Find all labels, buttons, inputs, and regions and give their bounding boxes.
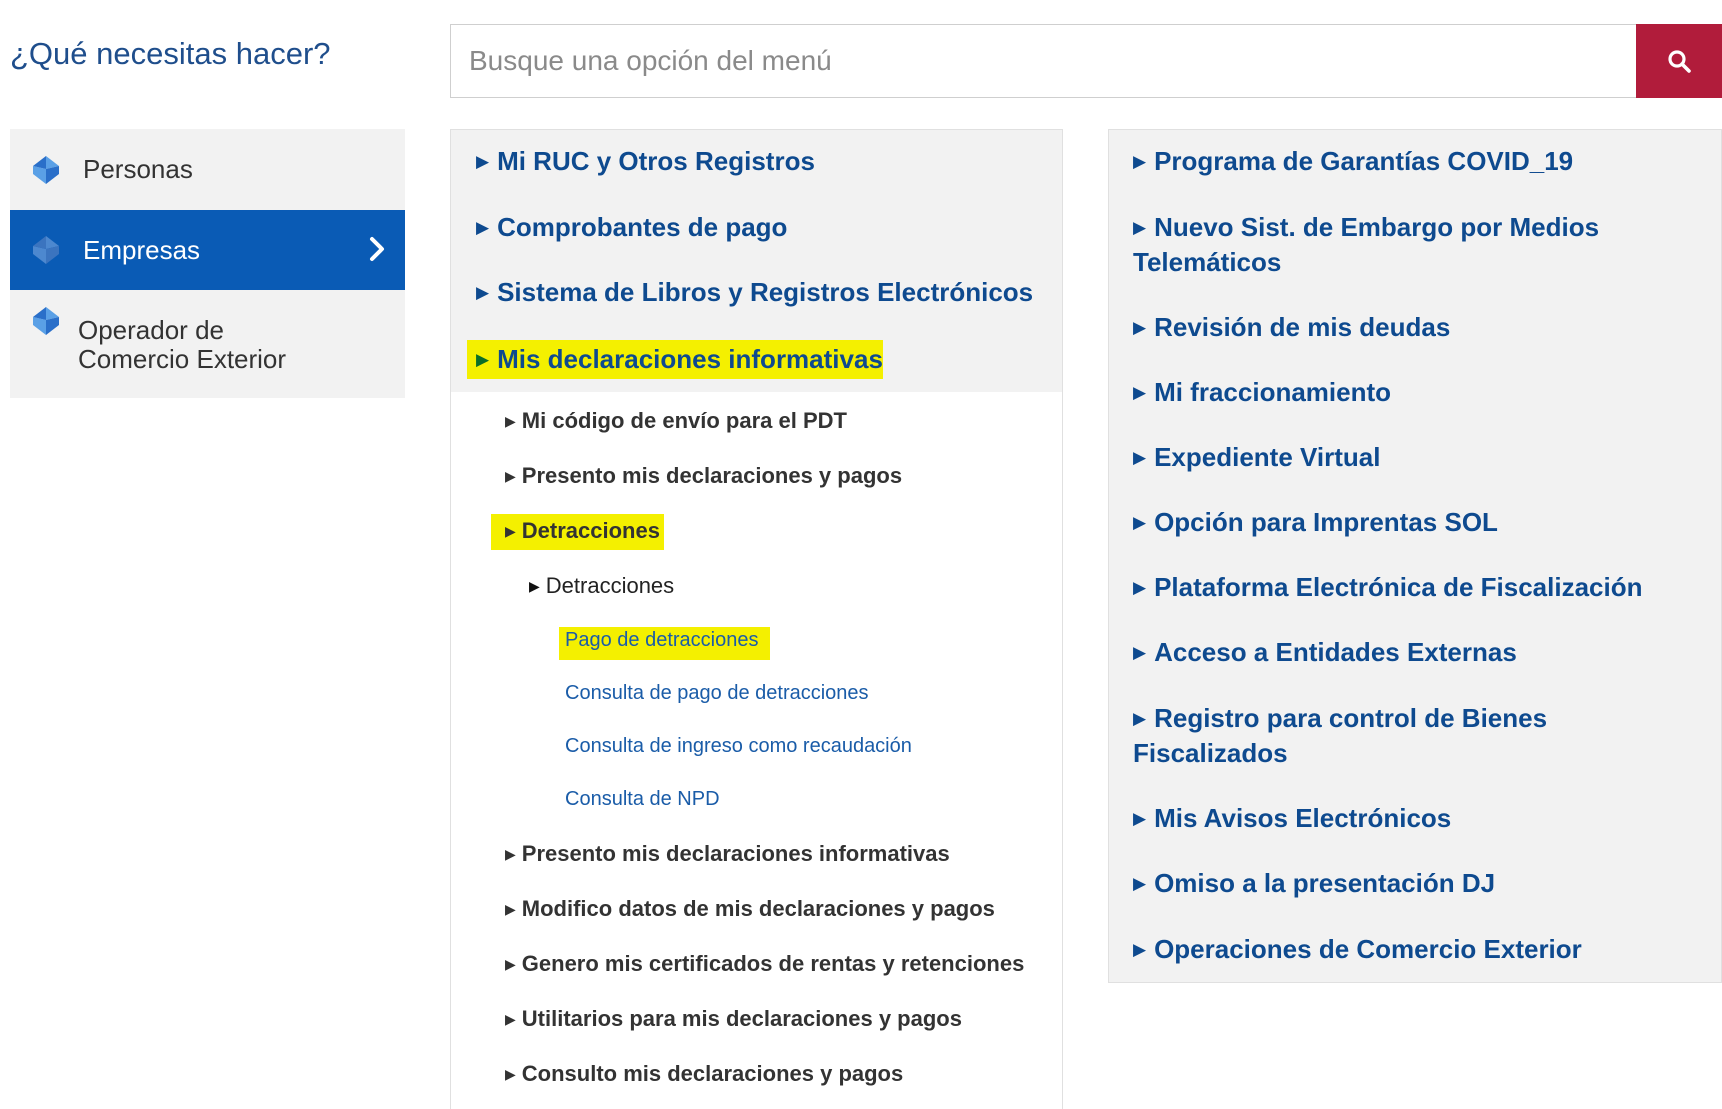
sunat-logo-icon bbox=[33, 236, 59, 264]
triangle-right-icon: ▶ bbox=[505, 413, 516, 429]
search-bar bbox=[450, 24, 1722, 98]
menu-category[interactable]: ▶ Nuevo Sist. de Embargo por Medios Telem… bbox=[1133, 210, 1693, 280]
sunat-logo-icon bbox=[33, 155, 59, 184]
menu-category[interactable]: ▶ Plataforma Electrónica de Fiscalización bbox=[1133, 570, 1693, 605]
link-pago-detracciones[interactable]: Pago de detracciones bbox=[559, 627, 771, 660]
menu-panel-middle: ▶ Mi RUC y Otros Registros ▶ Comprobantes … bbox=[450, 129, 1063, 1109]
triangle-right-icon: ▶ bbox=[505, 901, 516, 917]
triangle-right-icon: ▶ bbox=[1133, 940, 1147, 959]
triangle-right-icon: ▶ bbox=[505, 1011, 516, 1027]
submenu-item[interactable]: ▶ Genero mis certificados de rentas y ret… bbox=[505, 951, 1024, 977]
triangle-right-icon: ▶ bbox=[1133, 513, 1147, 532]
link-consulta-npd[interactable]: Consulta de NPD bbox=[565, 788, 720, 811]
submenu-item[interactable]: ▶ Utilitarios para mis declaraciones y pa… bbox=[505, 1006, 962, 1032]
triangle-right-icon: ▶ bbox=[476, 152, 490, 171]
search-input[interactable] bbox=[450, 24, 1636, 98]
submenu-item[interactable]: ▶ Mi código de envío para el PDT bbox=[505, 408, 847, 434]
menu-category[interactable]: ▶ Comprobantes de pago bbox=[476, 212, 787, 243]
menu-category[interactable]: ▶ Revisión de mis deudas bbox=[1133, 310, 1693, 345]
triangle-right-icon: ▶ bbox=[505, 523, 516, 539]
triangle-right-icon: ▶ bbox=[1133, 218, 1147, 237]
submenu-item-selected[interactable]: ▶ Detracciones bbox=[491, 514, 664, 550]
triangle-right-icon: ▶ bbox=[505, 1066, 516, 1082]
triangle-right-icon: ▶ bbox=[505, 468, 516, 484]
submenu-item[interactable]: ▶ Consulto mis declaraciones y pagos bbox=[505, 1061, 903, 1087]
triangle-right-icon: ▶ bbox=[1133, 874, 1147, 893]
search-button[interactable] bbox=[1636, 24, 1722, 98]
page-heading: ¿Qué necesitas hacer? bbox=[10, 36, 331, 71]
triangle-right-icon: ▶ bbox=[1133, 383, 1147, 402]
menu-category[interactable]: ▶ Acceso a Entidades Externas bbox=[1133, 635, 1693, 670]
triangle-right-icon: ▶ bbox=[1133, 318, 1147, 337]
sidebar-item-label: Operador de Comercio Exterior bbox=[78, 315, 287, 374]
sidebar-item-personas[interactable]: Personas bbox=[10, 129, 405, 210]
triangle-right-icon: ▶ bbox=[1133, 709, 1147, 728]
triangle-right-icon: ▶ bbox=[1133, 809, 1147, 828]
menu-panel-right: ▶ Programa de Garantías COVID_19 ▶ Nuevo S… bbox=[1108, 129, 1722, 983]
menu-category[interactable]: ▶ Sistema de Libros y Registros Electróni… bbox=[476, 277, 1033, 308]
menu-category[interactable]: ▶ Operaciones de Comercio Exterior bbox=[1133, 932, 1693, 967]
triangle-right-icon: ▶ bbox=[1133, 578, 1147, 597]
page: ¿Qué necesitas hacer? Personas bbox=[0, 0, 1722, 1109]
chevron-right-icon bbox=[370, 237, 384, 261]
search-icon bbox=[1668, 50, 1691, 73]
menu-category[interactable]: ▶ Opción para Imprentas SOL bbox=[1133, 505, 1693, 540]
triangle-right-icon: ▶ bbox=[1133, 152, 1147, 171]
sidebar-item-operador[interactable]: Operador de Comercio Exterior bbox=[10, 290, 405, 398]
menu-categories-top: ▶ Mi RUC y Otros Registros ▶ Comprobantes … bbox=[451, 130, 1062, 392]
triangle-right-icon: ▶ bbox=[1133, 643, 1147, 662]
triangle-right-icon: ▶ bbox=[1133, 448, 1147, 467]
link-consulta-ingreso[interactable]: Consulta de ingreso como recaudación bbox=[565, 735, 912, 758]
menu-category[interactable]: ▶ Expediente Virtual bbox=[1133, 440, 1693, 475]
sidebar-item-label: Personas bbox=[83, 154, 193, 184]
menu-category-selected[interactable]: ▶ Mis declaraciones informativas bbox=[467, 340, 883, 379]
triangle-right-icon: ▶ bbox=[476, 283, 490, 302]
triangle-right-icon: ▶ bbox=[505, 956, 516, 972]
triangle-right-icon: ▶ bbox=[476, 350, 490, 369]
submenu-item[interactable]: ▶ Presento mis declaraciones informativas bbox=[505, 841, 950, 867]
sidebar: Personas Empresas Operador de Comercio E… bbox=[10, 129, 405, 398]
submenu-subitem[interactable]: ▶ Detracciones bbox=[529, 573, 674, 599]
link-consulta-pago-detracciones[interactable]: Consulta de pago de detracciones bbox=[565, 682, 869, 705]
sidebar-item-empresas[interactable]: Empresas bbox=[10, 210, 405, 290]
triangle-right-icon: ▶ bbox=[505, 846, 516, 862]
triangle-right-icon: ▶ bbox=[476, 218, 490, 237]
sidebar-item-label: Empresas bbox=[83, 234, 201, 265]
submenu-item[interactable]: ▶ Modifico datos de mis declaraciones y p… bbox=[505, 896, 995, 922]
menu-category[interactable]: ▶ Omiso a la presentación DJ bbox=[1133, 866, 1693, 901]
menu-category[interactable]: ▶ Mi RUC y Otros Registros bbox=[476, 146, 815, 177]
menu-category[interactable]: ▶ Registro para control de Bienes Fiscali… bbox=[1133, 701, 1693, 771]
submenu-item[interactable]: ▶ Presento mis declaraciones y pagos bbox=[505, 463, 902, 489]
menu-category[interactable]: ▶ Programa de Garantías COVID_19 bbox=[1133, 144, 1693, 179]
sunat-logo-icon bbox=[33, 307, 59, 335]
triangle-right-icon: ▶ bbox=[529, 578, 540, 594]
menu-category[interactable]: ▶ Mi fraccionamiento bbox=[1133, 375, 1693, 410]
menu-category[interactable]: ▶ Mis Avisos Electrónicos bbox=[1133, 801, 1693, 836]
